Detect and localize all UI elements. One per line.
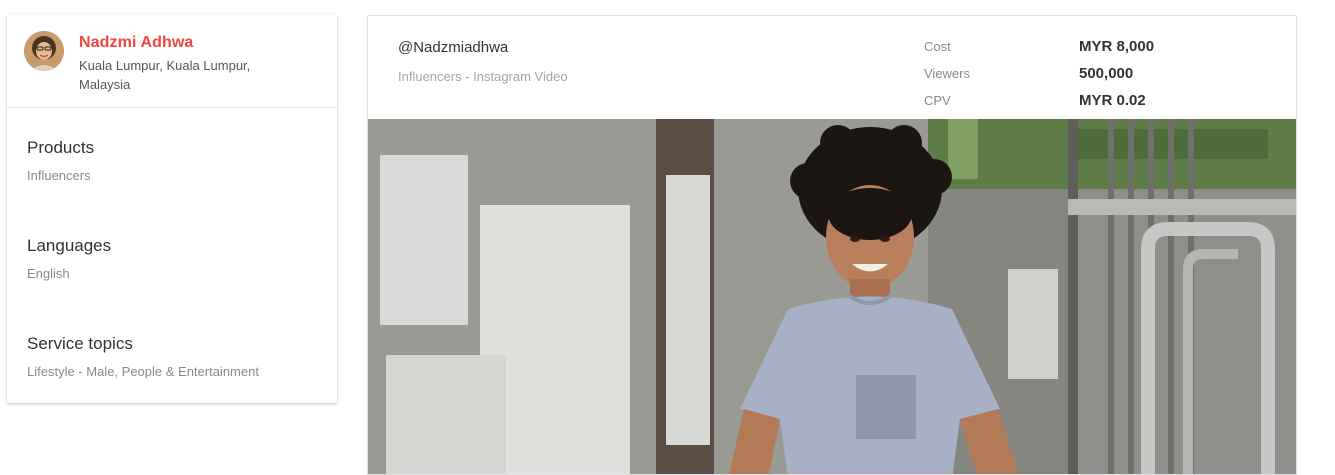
products-section: Products Influencers bbox=[27, 138, 94, 184]
seller-profile-card: Nadzmi Adhwa Kuala Lumpur, Kuala Lumpur,… bbox=[7, 14, 337, 403]
stat-value: MYR 0.02 bbox=[1079, 92, 1146, 109]
seller-name[interactable]: Nadzmi Adhwa bbox=[79, 34, 193, 52]
stat-value: 500,000 bbox=[1079, 65, 1134, 82]
avatar-photo-icon bbox=[24, 31, 64, 71]
listing-handle[interactable]: @Nadzmiadhwa bbox=[398, 39, 508, 56]
products-title: Products bbox=[27, 138, 95, 157]
stat-label: Viewers bbox=[924, 66, 971, 81]
stat-label: Cost bbox=[924, 39, 951, 54]
products-value: Influencers bbox=[27, 168, 91, 183]
stat-label: CPV bbox=[924, 93, 951, 108]
seller-location: Kuala Lumpur, Kuala Lumpur, Malaysia bbox=[79, 58, 251, 92]
influencer-photo-icon bbox=[368, 119, 1296, 474]
languages-title: Languages bbox=[27, 236, 112, 255]
avatar[interactable] bbox=[24, 31, 64, 71]
listing-card: @Nadzmiadhwa Influencers - Instagram Vid… bbox=[367, 15, 1297, 475]
influencer-photo[interactable] bbox=[368, 119, 1296, 474]
listing-header: @Nadzmiadhwa Influencers - Instagram Vid… bbox=[368, 16, 1296, 119]
service-topics-title: Service topics bbox=[27, 334, 133, 353]
listing-subtitle: Influencers - Instagram Video bbox=[398, 69, 568, 84]
profile-header: Nadzmi Adhwa Kuala Lumpur, Kuala Lumpur,… bbox=[7, 14, 337, 108]
stat-value: MYR 8,000 bbox=[1079, 38, 1155, 55]
languages-value: English bbox=[27, 266, 70, 281]
languages-section: Languages English bbox=[27, 236, 111, 282]
service-topics-section: Service topics Lifestyle - Male, People … bbox=[27, 334, 259, 380]
service-topics-value: Lifestyle - Male, People & Entertainment bbox=[27, 364, 259, 379]
